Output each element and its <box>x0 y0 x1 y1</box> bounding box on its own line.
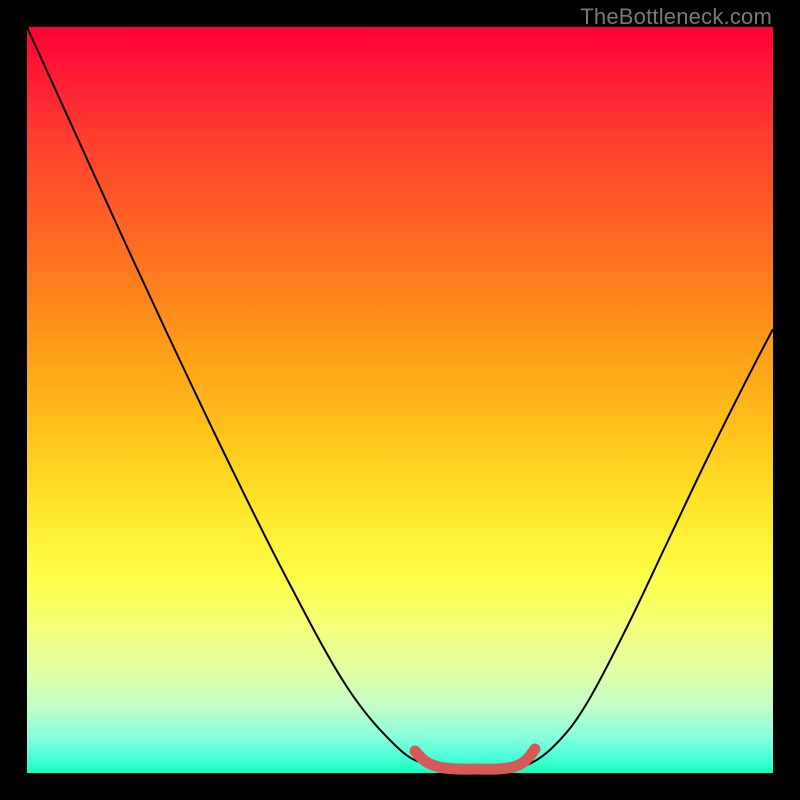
red-nub <box>415 749 535 769</box>
plot-area <box>27 27 773 773</box>
curve-svg <box>27 27 773 773</box>
bottleneck-curve <box>27 27 773 769</box>
watermark-text: TheBottleneck.com <box>580 4 772 30</box>
chart-stage: TheBottleneck.com <box>0 0 800 800</box>
